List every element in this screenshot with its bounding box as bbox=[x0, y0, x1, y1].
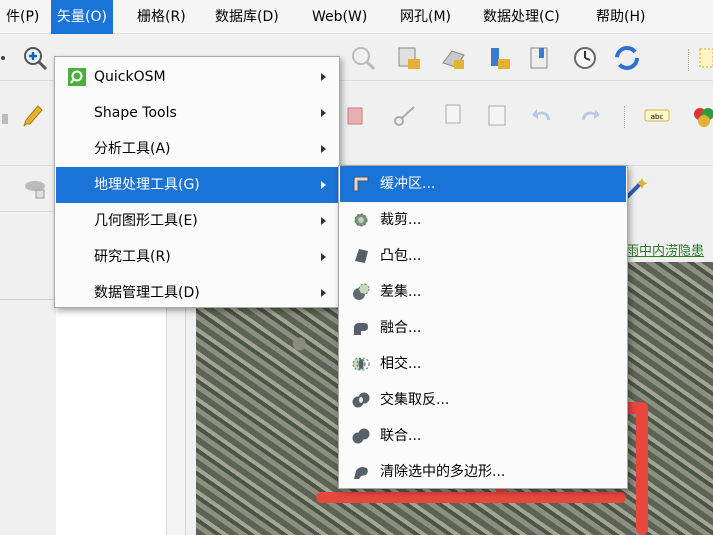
menu-item-label: 交集取反... bbox=[380, 392, 450, 408]
menu-item-dissolve[interactable]: 融合... bbox=[340, 310, 626, 346]
menu-web[interactable]: Web(W) bbox=[306, 0, 373, 34]
menu-item-label: 裁剪... bbox=[380, 212, 422, 228]
zoom-in-icon[interactable] bbox=[22, 45, 48, 71]
toolbar-separator bbox=[688, 49, 689, 71]
show-bookmarks-icon[interactable] bbox=[526, 45, 552, 71]
menu-item-label: Shape Tools bbox=[94, 105, 177, 121]
menu-database[interactable]: 数据库(D) bbox=[209, 0, 285, 34]
layer-edit-icon[interactable] bbox=[0, 104, 12, 130]
map-road-vertical bbox=[636, 402, 648, 535]
menu-item-label: 凸包... bbox=[380, 248, 422, 264]
eliminate-polygons-icon bbox=[354, 467, 368, 479]
convex-hull-icon bbox=[355, 249, 368, 263]
menu-item-label: 缓冲区... bbox=[380, 176, 436, 192]
menu-mesh[interactable]: 网孔(M) bbox=[394, 0, 457, 34]
menu-vector[interactable]: 矢量(O) bbox=[51, 0, 113, 34]
menu-item-convex-hull[interactable]: 凸包... bbox=[340, 238, 626, 274]
geoprocessing-submenu: 缓冲区... 裁剪... 凸包... 差集... 融合... 相交... 交集取… bbox=[338, 165, 628, 489]
map-road-horizontal bbox=[316, 492, 626, 503]
submenu-arrow-icon bbox=[321, 181, 326, 189]
undo-icon[interactable] bbox=[530, 102, 556, 128]
menu-raster[interactable]: 栅格(R) bbox=[131, 0, 192, 34]
paste-icon[interactable] bbox=[484, 102, 510, 128]
menu-item-label: 数据管理工具(D) bbox=[94, 285, 200, 301]
bookmark-icon[interactable] bbox=[486, 45, 512, 71]
union-icon bbox=[352, 428, 370, 444]
panel-divider bbox=[0, 299, 56, 300]
intersection-icon bbox=[352, 357, 370, 371]
menu-item-label: 研究工具(R) bbox=[94, 249, 171, 265]
copy-icon[interactable] bbox=[440, 102, 466, 128]
vector-menu: QuickOSM Shape Tools 分析工具(A) 地理处理工具(G) 几… bbox=[54, 56, 340, 308]
style-icon[interactable] bbox=[690, 102, 713, 128]
menu-help[interactable]: 帮助(H) bbox=[590, 0, 651, 34]
menu-item-buffer[interactable]: 缓冲区... bbox=[340, 166, 626, 202]
menu-item-symmetrical-difference[interactable]: 交集取反... bbox=[340, 382, 626, 418]
menu-item-label: 地理处理工具(G) bbox=[94, 177, 200, 193]
difference-icon bbox=[353, 283, 370, 300]
symmetrical-difference-icon bbox=[352, 392, 370, 408]
zoom-layer-icon[interactable] bbox=[350, 45, 376, 71]
clip-icon bbox=[354, 213, 368, 227]
menu-item-label: 联合... bbox=[380, 428, 422, 444]
submenu-arrow-icon bbox=[321, 289, 326, 297]
submenu-arrow-icon bbox=[321, 73, 326, 81]
submenu-arrow-icon bbox=[321, 253, 326, 261]
menu-item-analysis-tools[interactable]: 分析工具(A) bbox=[56, 131, 338, 167]
left-panel bbox=[0, 230, 56, 535]
menu-item-geoprocessing-tools[interactable]: 地理处理工具(G) bbox=[56, 167, 338, 203]
refresh-icon[interactable] bbox=[614, 45, 640, 71]
new-3d-view-icon[interactable] bbox=[440, 45, 466, 71]
menu-item-label: 融合... bbox=[380, 320, 422, 336]
menu-item-label: 分析工具(A) bbox=[94, 141, 171, 157]
digitize-icon[interactable] bbox=[22, 176, 48, 202]
submenu-arrow-icon bbox=[321, 217, 326, 225]
label-icon[interactable]: abc bbox=[644, 102, 670, 128]
arrow-icon[interactable] bbox=[0, 45, 10, 71]
submenu-arrow-icon bbox=[321, 145, 326, 153]
menu-item-intersection[interactable]: 相交... bbox=[340, 346, 626, 382]
menu-item-research-tools[interactable]: 研究工具(R) bbox=[56, 239, 338, 275]
menu-item-clip[interactable]: 裁剪... bbox=[340, 202, 626, 238]
menu-item-label: 几何图形工具(E) bbox=[94, 213, 198, 229]
menu-item-shape-tools[interactable]: Shape Tools bbox=[56, 95, 338, 131]
buffer-icon bbox=[353, 176, 369, 192]
menubar: 件(P) 矢量(O) 栅格(R) 数据库(D) Web(W) 网孔(M) 数据处… bbox=[0, 0, 713, 34]
panel-scrollbar[interactable] bbox=[166, 300, 186, 535]
menu-item-eliminate-polygons[interactable]: 清除选中的多边形... bbox=[340, 454, 626, 490]
menu-item-geometry-tools[interactable]: 几何图形工具(E) bbox=[56, 203, 338, 239]
cut-icon[interactable] bbox=[392, 102, 418, 128]
menu-item-union[interactable]: 联合... bbox=[340, 418, 626, 454]
clock-icon[interactable] bbox=[572, 45, 598, 71]
menu-item-label: 相交... bbox=[380, 356, 422, 372]
select-icon[interactable] bbox=[698, 45, 713, 71]
layers-panel bbox=[56, 300, 166, 535]
toolbar-row-3 bbox=[0, 166, 56, 212]
menu-item-difference[interactable]: 差集... bbox=[340, 274, 626, 310]
menu-item-label: 差集... bbox=[380, 284, 422, 300]
menu-item-label: QuickOSM bbox=[94, 69, 166, 85]
menu-item-label: 清除选中的多边形... bbox=[380, 464, 506, 480]
menu-processing[interactable]: 数据处理(C) bbox=[477, 0, 566, 34]
submenu-arrow-icon bbox=[321, 109, 326, 117]
dissolve-icon bbox=[354, 323, 368, 335]
redo-icon[interactable] bbox=[576, 102, 602, 128]
new-map-view-icon[interactable] bbox=[396, 45, 422, 71]
pencil-icon[interactable] bbox=[20, 102, 46, 128]
map-link-text[interactable]: 雨中内涝隐患 bbox=[626, 240, 704, 259]
svg-text:abc: abc bbox=[651, 113, 664, 121]
quickosm-icon bbox=[68, 68, 86, 86]
menu-item-quickosm[interactable]: QuickOSM bbox=[56, 59, 338, 95]
menu-item-data-management-tools[interactable]: 数据管理工具(D) bbox=[56, 275, 338, 311]
menu-project[interactable]: 件(P) bbox=[0, 0, 45, 34]
toolbar-separator-2 bbox=[624, 106, 625, 128]
delete-icon[interactable] bbox=[342, 102, 368, 128]
